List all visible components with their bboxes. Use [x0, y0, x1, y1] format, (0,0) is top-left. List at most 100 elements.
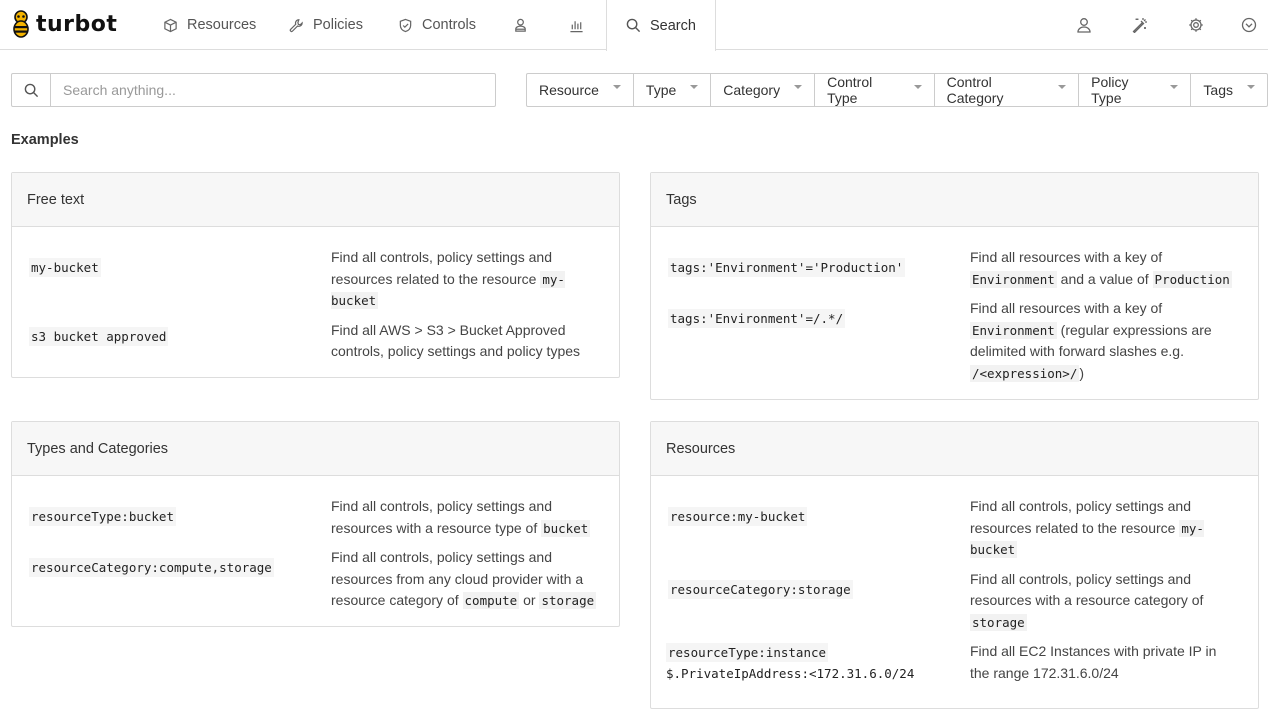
filter-resource[interactable]: Resource [527, 74, 634, 106]
filter-policy-type-label: Policy Type [1091, 74, 1129, 106]
turbot-logo[interactable]: turbot [10, 10, 117, 38]
filter-category[interactable]: Category [711, 74, 816, 106]
search-icon [24, 83, 38, 97]
example-desc: Find all AWS > S3 > Bucket Approved cont… [331, 321, 581, 360]
example-code[interactable]: resourceType:instance [666, 643, 829, 662]
desc-text: Find all resources with a key of [970, 300, 1163, 316]
examples-title: Examples [11, 132, 79, 148]
desc-text: or [519, 592, 540, 608]
filter-tags-label: Tags [1203, 82, 1233, 98]
turbot-bee-icon [13, 10, 29, 38]
desc-text: Find all controls, policy settings and r… [331, 498, 552, 536]
nav-reports[interactable] [569, 0, 593, 50]
filter-tags[interactable]: Tags [1191, 74, 1267, 106]
card-types-categories: Types and Categories resourceType:bucket… [11, 421, 620, 627]
example-desc: Find all controls, policy settings and r… [970, 496, 1238, 561]
bar-chart-icon [570, 20, 583, 32]
example-desc: Find all controls, policy settings and r… [970, 569, 1238, 634]
filter-policy-type[interactable]: Policy Type [1079, 74, 1192, 106]
example-row: my-bucket Find all controls, policy sett… [29, 247, 604, 312]
filter-control-category-label: Control Category [946, 74, 1004, 106]
nav-search-label: Search [650, 17, 696, 34]
user-button[interactable] [1073, 14, 1095, 36]
chevron-down-circle-icon [1241, 17, 1257, 33]
example-code[interactable]: resourceType:bucket [29, 507, 176, 526]
filter-control-type[interactable]: Control Type [815, 74, 935, 106]
caret-down-icon [1247, 85, 1255, 89]
example-code-line2[interactable]: $.PrivateIpAddress:<172.31.6.0/24 [666, 664, 968, 684]
settings-button[interactable] [1185, 14, 1207, 36]
brand-name: turbot [36, 11, 118, 37]
example-desc: Find all resources with a key of Environ… [970, 298, 1238, 384]
card-types-title: Types and Categories [12, 422, 619, 476]
card-tags: Tags tags:'Environment'='Production' Fin… [650, 172, 1259, 400]
user-icon [1077, 18, 1091, 33]
search-input[interactable] [51, 74, 495, 106]
gear-icon [1189, 18, 1203, 32]
example-row: resourceType:instance $.PrivateIpAddress… [666, 641, 1243, 684]
card-free-text: Free text my-bucket Find all controls, p… [11, 172, 620, 378]
nav-policies[interactable]: Policies [289, 0, 363, 50]
example-desc: Find all resources with a key of Environ… [970, 247, 1238, 290]
example-code[interactable]: resourceCategory:compute,storage [29, 558, 274, 577]
wrench-icon [289, 18, 303, 32]
example-desc: Find all controls, policy settings and r… [331, 496, 599, 539]
example-code[interactable]: tags:'Environment'='Production' [668, 258, 906, 277]
example-row: tags:'Environment'=/.*/ Find all resourc… [668, 298, 1243, 384]
nav-resources[interactable]: Resources [163, 0, 256, 50]
example-row: resource:my-bucket Find all controls, po… [668, 496, 1243, 561]
card-resources-title: Resources [651, 422, 1258, 476]
example-desc: Find all controls, policy settings and r… [331, 247, 599, 312]
caret-down-icon [913, 85, 922, 89]
example-code[interactable]: my-bucket [29, 258, 101, 277]
caret-down-icon [1170, 85, 1179, 89]
example-code[interactable]: resourceCategory:storage [668, 579, 853, 599]
filter-control-category[interactable]: Control Category [935, 74, 1080, 106]
filter-resource-label: Resource [539, 82, 599, 98]
nav-policies-label: Policies [313, 17, 363, 33]
example-row: resourceCategory:compute,storage Find al… [29, 547, 604, 612]
desc-text: Find all controls, policy settings and r… [970, 570, 1204, 609]
search-button[interactable] [12, 74, 51, 106]
caret-down-icon [612, 85, 621, 89]
filter-group: Resource Type Category Control Type Cont… [526, 73, 1268, 107]
desc-code: storage [539, 592, 597, 609]
account-menu-button[interactable] [1238, 14, 1260, 36]
desc-code: Environment [970, 270, 1057, 288]
example-row: s3 bucket approved Find all AWS > S3 > B… [29, 320, 604, 363]
top-nav: turbot Resources Policies Controls Searc… [0, 0, 1268, 51]
magic-wand-button[interactable] [1129, 14, 1151, 36]
example-code[interactable]: tags:'Environment'=/.*/ [668, 309, 846, 328]
example-row: resourceCategory:storage Find all contro… [668, 569, 1243, 634]
shield-check-icon [399, 18, 412, 32]
nav-controls-label: Controls [422, 17, 476, 33]
desc-text: ) [1079, 364, 1085, 381]
search-icon [626, 18, 641, 33]
desc-code: Production [1152, 270, 1232, 288]
desc-code: compute [462, 592, 520, 609]
filter-type[interactable]: Type [634, 74, 712, 106]
example-row: tags:'Environment'='Production' Find all… [668, 247, 1243, 290]
magic-wand-icon [1132, 18, 1147, 33]
filter-type-label: Type [645, 82, 677, 98]
desc-text: and a value of [1056, 270, 1153, 287]
nav-resources-label: Resources [187, 17, 257, 33]
caret-down-icon [690, 85, 699, 89]
example-code[interactable]: s3 bucket approved [29, 326, 169, 346]
desc-code: /<expression>/ [970, 364, 1080, 382]
example-row: resourceType:bucket Find all controls, p… [29, 496, 604, 539]
card-tags-title: Tags [651, 173, 1258, 227]
desc-code: bucket [541, 519, 591, 537]
nav-controls[interactable]: Controls [398, 0, 476, 50]
nav-people[interactable] [513, 0, 537, 50]
example-code[interactable]: resource:my-bucket [668, 507, 808, 526]
desc-text: Find all controls, policy settings and r… [970, 498, 1191, 536]
desc-text: Find all resources with a key of [970, 249, 1163, 265]
nav-search[interactable]: Search [606, 0, 716, 51]
example-desc: Find all EC2 Instances with private IP i… [970, 643, 1217, 681]
filter-control-type-label: Control Type [827, 74, 873, 106]
cube-icon [164, 18, 177, 32]
filter-category-label: Category [723, 82, 781, 98]
caret-down-icon [794, 85, 803, 89]
desc-code: Environment [970, 321, 1057, 339]
